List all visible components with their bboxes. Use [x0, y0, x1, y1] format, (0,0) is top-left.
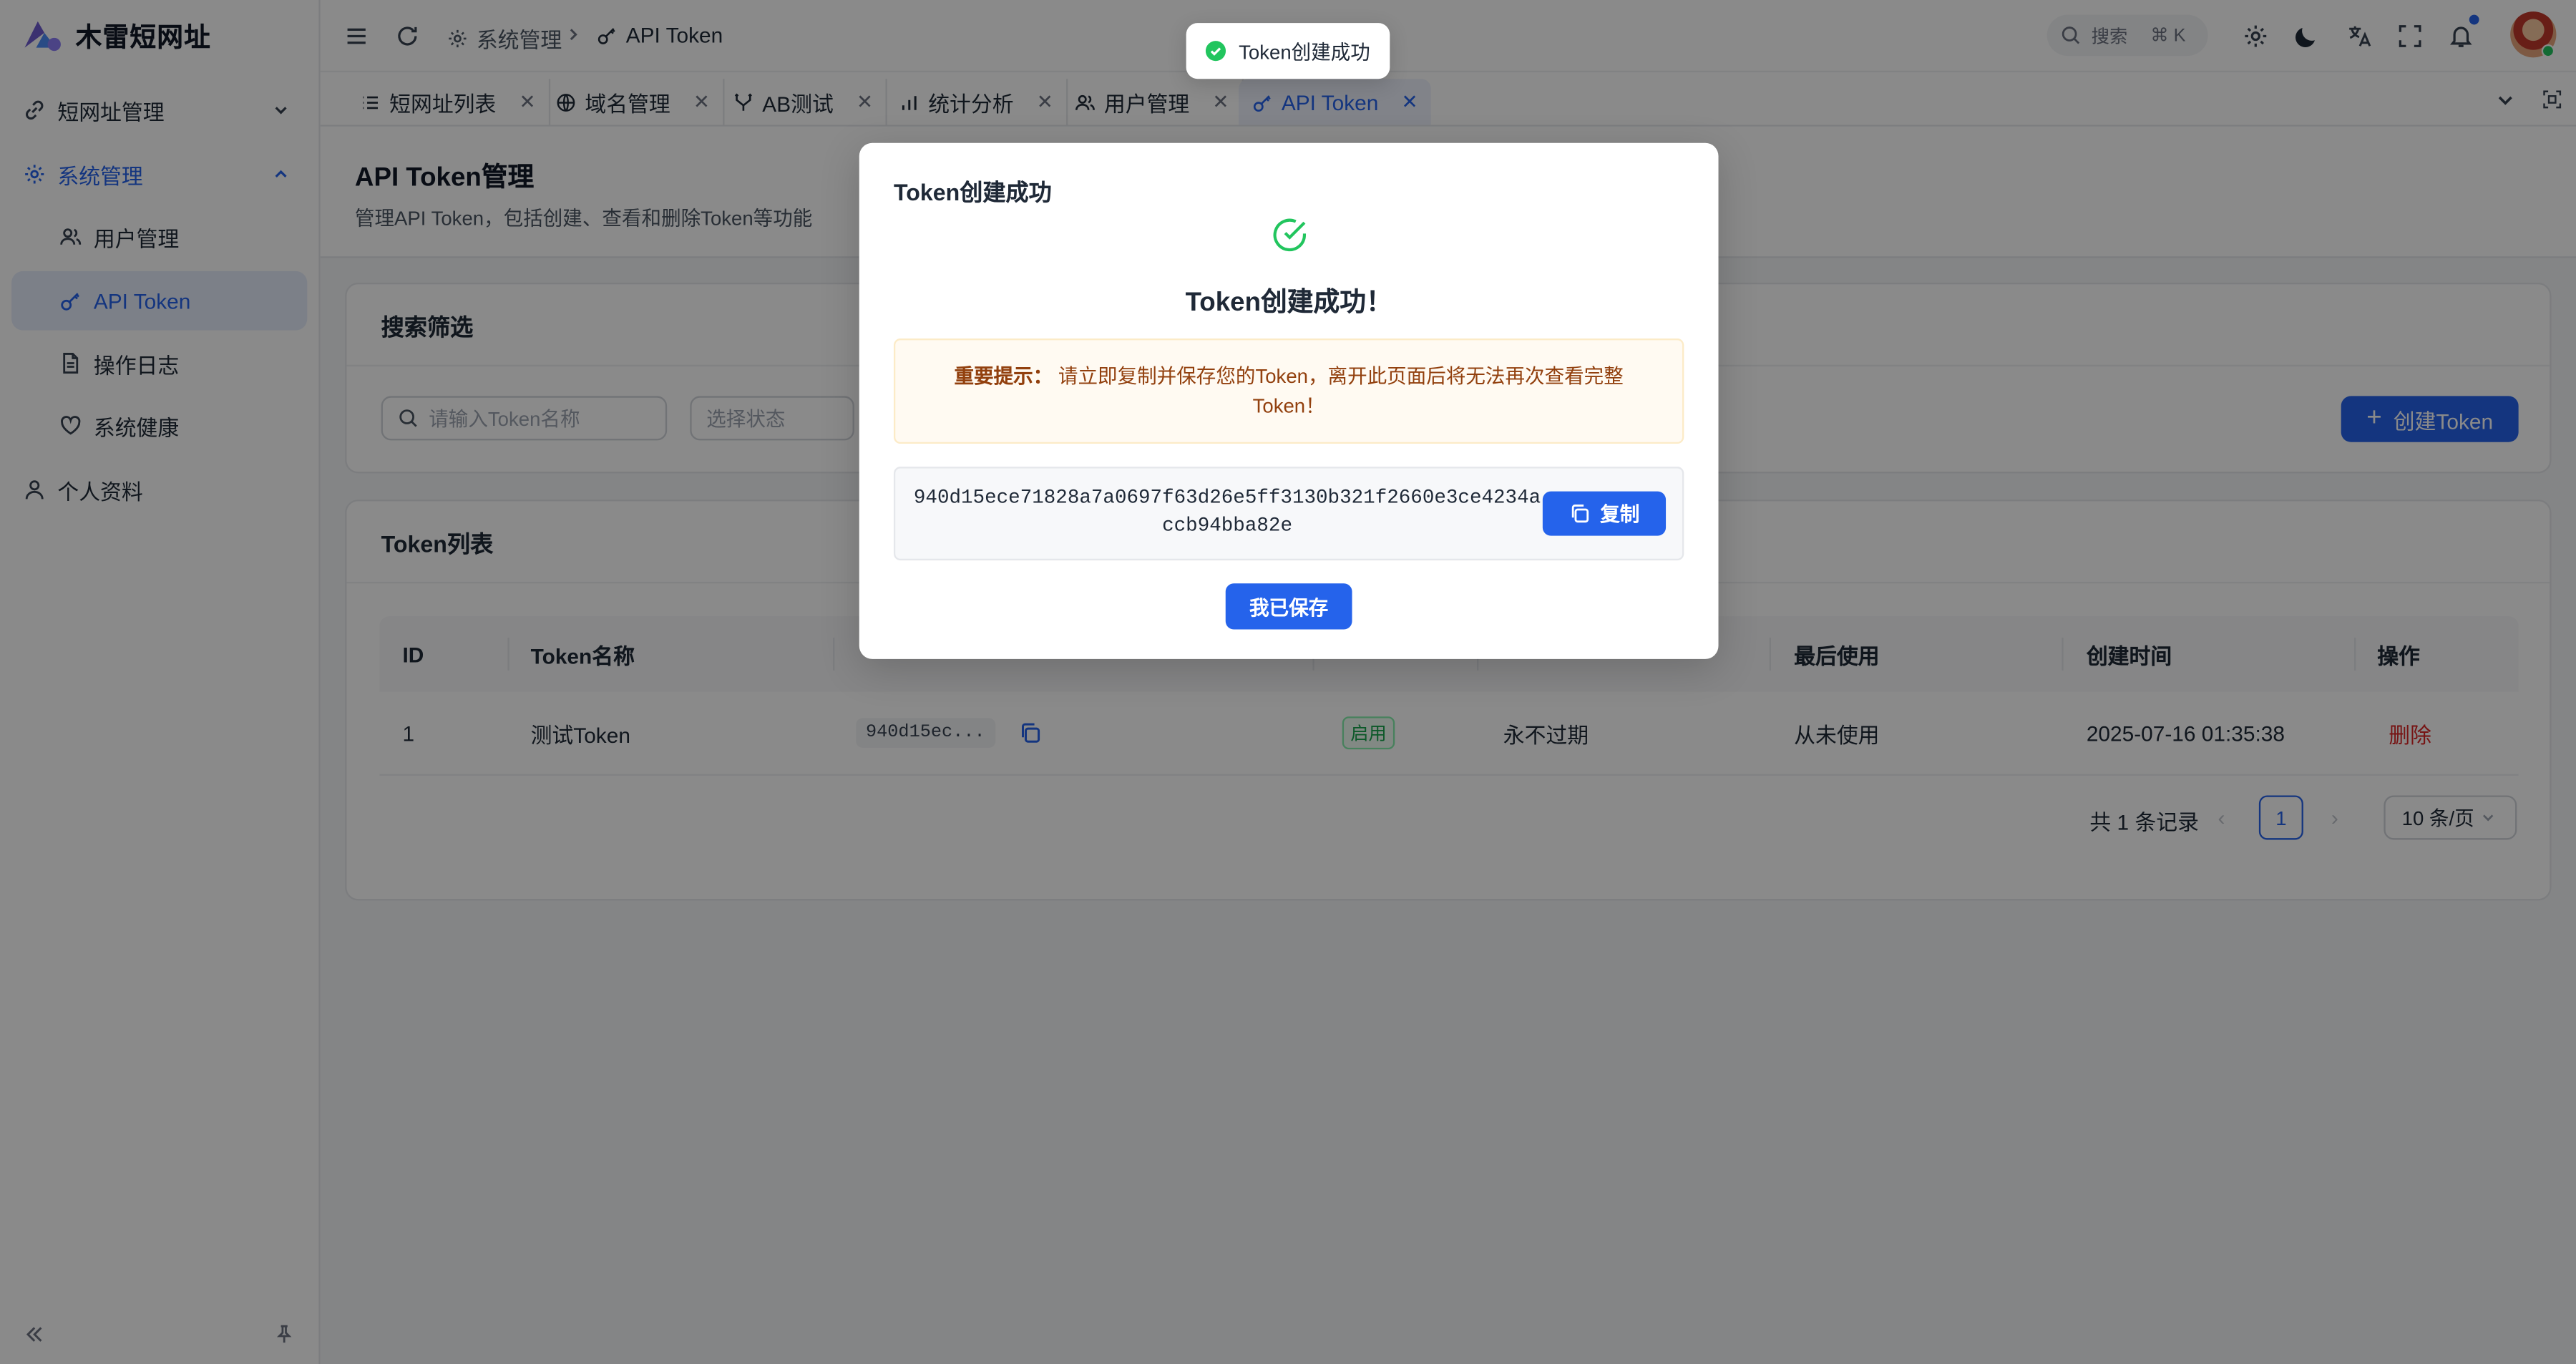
- token-value[interactable]: 940d15ece71828a7a0697f63d26e5ff3130b321f…: [909, 484, 1546, 540]
- success-check-icon: [1273, 218, 1307, 252]
- confirm-saved-button[interactable]: 我已保存: [1225, 583, 1352, 630]
- copy-button[interactable]: 复制: [1542, 491, 1667, 536]
- dialog-title: Token创建成功: [893, 179, 1052, 206]
- toast-message: Token创建成功: [1239, 40, 1370, 64]
- dialog-heading: Token创建成功！: [1185, 289, 1392, 318]
- success-toast: Token创建成功: [1186, 23, 1390, 79]
- token-display: 940d15ece71828a7a0697f63d26e5ff3130b321f…: [893, 467, 1684, 561]
- token-created-dialog: Token创建成功 Token创建成功！ 重要提示： 请立即复制并保存您的Tok…: [859, 142, 1719, 659]
- warning-box: 重要提示： 请立即复制并保存您的Token，离开此页面后将无法再次查看完整Tok…: [893, 338, 1684, 444]
- button-label: 复制: [1600, 502, 1640, 526]
- copy-icon: [1571, 505, 1589, 523]
- warning-label: 重要提示：: [954, 364, 1053, 388]
- warning-text: 请立即复制并保存您的Token，离开此页面后将无法再次查看完整Token！: [1058, 364, 1624, 418]
- check-circle-icon: [1205, 41, 1226, 62]
